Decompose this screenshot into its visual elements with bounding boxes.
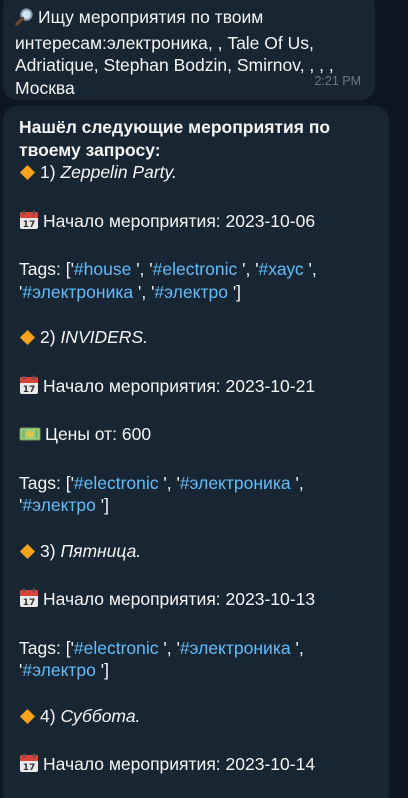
message-time: 2:21 PM: [314, 73, 361, 88]
calendar-icon: 17: [19, 588, 39, 614]
hashtag-link[interactable]: #электроника: [22, 282, 133, 302]
tag-separator: ',: [290, 472, 304, 493]
event-tags: Tags: ['#electronic ', '#электроника ',: [19, 472, 375, 495]
event-index: 4): [40, 705, 61, 726]
start-date-value: 2023-10-21: [225, 375, 316, 396]
money-icon: [19, 425, 41, 449]
tag-separator: ',: [290, 637, 304, 658]
event-name: Пятница.: [60, 540, 142, 561]
hashtag-link[interactable]: #электроника: [180, 638, 291, 658]
tag-separator: ',: [303, 259, 317, 279]
tag-separator: ',: [158, 637, 177, 658]
tag-separator: ',: [237, 259, 256, 279]
event-start-date: 17 Начало мероприятия: 2023-10-21: [19, 375, 375, 401]
tag-separator: ',: [133, 281, 152, 302]
event-name: Суббота.: [60, 705, 141, 726]
orange-diamond-icon: [19, 543, 36, 566]
tag-separator: ']: [227, 281, 242, 302]
event-start-date: 17 Начало мероприятия: 2023-10-13: [19, 588, 375, 614]
event-tags: Tags: ['#house ', '#electronic ', '#хаус…: [19, 258, 375, 281]
start-label: Начало мероприятия:: [43, 754, 226, 774]
hashtag-link[interactable]: #house: [74, 259, 131, 279]
tag-separator: ',: [158, 472, 177, 493]
outgoing-line-1: Ищу мероприятия по твоим: [15, 6, 363, 32]
tags-prefix: Tags: [: [19, 259, 71, 279]
result-header-line-2: твоему запросу:: [19, 139, 161, 160]
outgoing-line-3: Adriatique, Stephan Bodzin, Smirnov, , ,…: [15, 55, 334, 75]
price-label: Цены от:: [45, 424, 122, 444]
start-label: Начало мероприятия:: [43, 589, 226, 609]
outgoing-line-4: Москва: [15, 77, 75, 98]
event-title: 3) Пятница.: [19, 540, 375, 566]
calendar-icon: 17: [19, 375, 39, 401]
event-name: Zeppelin Party.: [60, 162, 177, 182]
event-index: 1): [40, 162, 61, 182]
event-index: 3): [40, 540, 61, 561]
tag-separator: ']: [95, 495, 109, 515]
orange-diamond-icon: [19, 164, 36, 187]
calendar-icon: 17: [19, 753, 39, 779]
start-date-value: 2023-10-06: [225, 210, 316, 231]
orange-diamond-icon: [19, 329, 36, 352]
event-tags-continued: '#электро ']: [19, 659, 375, 682]
hashtag-link[interactable]: #electronic: [74, 638, 159, 658]
tags-prefix: Tags: [: [19, 637, 71, 658]
orange-diamond-icon: [19, 708, 36, 731]
hashtag-link[interactable]: #электро: [22, 660, 96, 680]
hashtag-link[interactable]: #хаус: [259, 259, 304, 279]
event-title: 4) Суббота.: [19, 705, 375, 731]
outgoing-line-2: интересам:электроника, , Tale Of Us,: [15, 32, 314, 53]
event-name: INVIDERS.: [60, 327, 148, 347]
outgoing-message[interactable]: Ищу мероприятия по твоим интересам:элект…: [3, 0, 375, 100]
hashtag-link[interactable]: #electronic: [74, 473, 159, 493]
start-label: Начало мероприятия:: [43, 375, 226, 396]
event-tags: Tags: ['#electronic ', '#электроника ',: [19, 637, 375, 660]
start-date-value: 2023-10-14: [225, 754, 316, 774]
hashtag-link[interactable]: #электро: [154, 282, 228, 302]
svg-text:17: 17: [23, 598, 36, 608]
hashtag-link[interactable]: #электро: [22, 495, 96, 515]
event-price: Цены от: 600: [19, 423, 375, 449]
tags-prefix: Tags: [: [19, 472, 71, 493]
event-index: 2): [40, 327, 61, 347]
tag-separator: ',: [131, 259, 150, 279]
result-header-line-1: Нашёл следующие мероприятия по: [19, 117, 331, 137]
hashtag-link[interactable]: #электроника: [180, 473, 291, 493]
event-title: 2) INVIDERS.: [19, 326, 375, 352]
start-date-value: 2023-10-13: [225, 589, 316, 609]
magnifier-icon: [15, 7, 34, 32]
start-label: Начало мероприятия:: [43, 210, 226, 231]
chat-area: Ищу мероприятия по твоим интересам:элект…: [0, 0, 408, 798]
price-value: 600: [121, 424, 152, 444]
event-tags-continued: '#электро ']: [19, 494, 375, 517]
event-title: 1) Zeppelin Party.: [19, 161, 375, 187]
event-list: 1) Zeppelin Party. 17 Начало мероприятия: …: [19, 161, 375, 798]
tag-separator: ']: [95, 660, 109, 680]
incoming-message[interactable]: Нашёл следующие мероприятия по твоему за…: [3, 106, 389, 798]
event-start-date: 17 Начало мероприятия: 2023-10-14: [19, 753, 375, 779]
event-tags-continued: '#электроника ', '#электро ']: [19, 281, 375, 304]
calendar-icon: 17: [19, 210, 39, 236]
svg-text:17: 17: [23, 763, 36, 773]
svg-text:17: 17: [23, 385, 36, 395]
svg-text:17: 17: [23, 220, 36, 230]
hashtag-link[interactable]: #electronic: [153, 259, 238, 279]
event-start-date: 17 Начало мероприятия: 2023-10-06: [19, 210, 375, 236]
